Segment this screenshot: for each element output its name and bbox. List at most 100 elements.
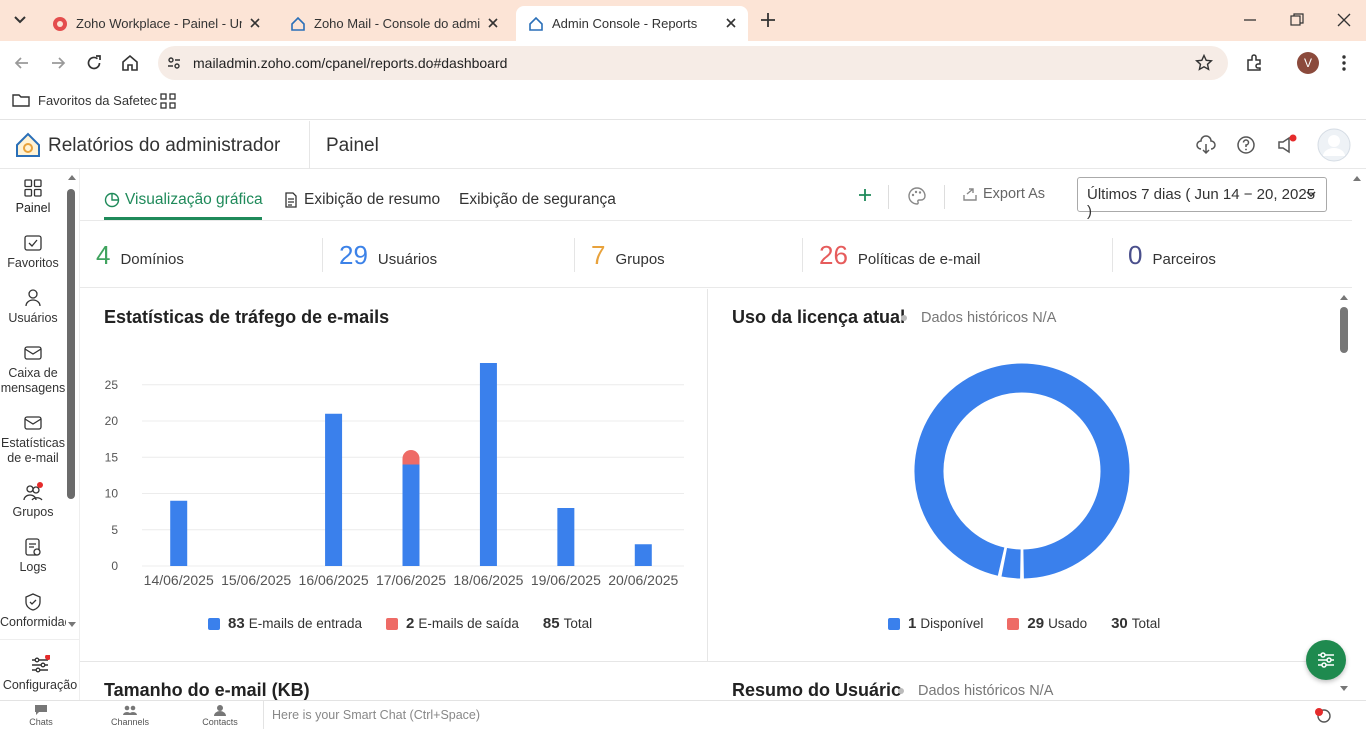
tab-summary-view[interactable]: Exibição de resumo [283, 191, 440, 209]
smart-chat-input[interactable]: Here is your Smart Chat (Ctrl+Space) [263, 701, 1366, 729]
bookmark-folder[interactable]: Favoritos da Safetec [12, 92, 157, 108]
traffic-card-title: Estatísticas de tráfego de e-mails [104, 307, 390, 327]
tab-title: Admin Console - Reports [552, 16, 698, 31]
bottom-chats[interactable]: Chats [11, 704, 71, 727]
theme-palette-icon[interactable] [907, 186, 927, 206]
user-avatar[interactable] [1317, 128, 1351, 162]
x-tick-label: 15/06/2025 [221, 572, 291, 588]
bookmark-star-icon[interactable] [1195, 54, 1213, 72]
bottom-chats-label: Chats [29, 717, 53, 727]
sidebar-item-usuarios[interactable]: Usuários [0, 288, 66, 326]
sidebar-item-estatisticas-de-email[interactable]: Estatísticas de e-mail [0, 413, 66, 466]
chat-status-icon[interactable] [1314, 707, 1332, 723]
restore-icon[interactable] [1289, 12, 1305, 28]
email-size-card-title: Tamanho do e-mail (KB) [104, 680, 310, 700]
chat-bubble-icon [35, 705, 47, 715]
reload-icon[interactable] [84, 53, 104, 73]
scroll-up-icon[interactable] [1339, 293, 1349, 301]
tab-search-icon[interactable] [8, 9, 32, 31]
close-tab-icon[interactable] [724, 16, 738, 30]
site-info-icon[interactable] [166, 55, 182, 71]
page-scroll-up-icon[interactable] [1352, 174, 1362, 182]
customize-widgets-button[interactable] [1306, 640, 1346, 680]
chevron-down-icon [1306, 191, 1316, 198]
legend-incoming[interactable]: 83 E-mails de entrada [208, 615, 362, 632]
donut-slice-used[interactable] [914, 363, 1130, 579]
browser-tab-workplace[interactable]: Zoho Workplace - Painel - Uma [40, 6, 272, 41]
content-scrollbar[interactable] [1339, 289, 1351, 700]
license-donut-chart [914, 363, 1130, 579]
date-range-value: Últimos 7 dias ( Jun 14 − 20, 2025 ) [1087, 186, 1316, 220]
sidebar-item-conformidade[interactable]: Conformidade [0, 592, 66, 628]
stat-partners[interactable]: 0 Parceiros [1128, 240, 1216, 271]
browser-menu-icon[interactable] [1338, 53, 1350, 73]
x-tick-label: 16/06/2025 [299, 572, 369, 588]
y-tick-label: 25 [105, 378, 119, 392]
export-as-button[interactable]: Export As [962, 186, 1045, 202]
admin-reports-logo-icon [16, 132, 40, 157]
stat-email-policies[interactable]: 26 Políticas de e-mail [819, 240, 980, 271]
stat-value: 0 [1128, 240, 1143, 270]
header-divider [309, 121, 310, 169]
url-field[interactable]: mailadmin.zoho.com/cpanel/reports.do#das… [158, 46, 1228, 80]
bottom-channels[interactable]: Channels [100, 704, 160, 727]
bar-incoming[interactable] [557, 508, 575, 566]
announcements-icon[interactable] [1275, 134, 1297, 156]
legend-outgoing[interactable]: 2 E-mails de saída [386, 615, 519, 632]
sidebar-item-caixa-de-mensagens[interactable]: Caixa de mensagens [0, 343, 66, 396]
traffic-legend: 83 E-mails de entrada 2 E-mails de saída… [208, 615, 616, 632]
sidebar-item-grupos[interactable]: Grupos [0, 482, 66, 520]
nav-scroll-up-icon[interactable] [67, 173, 77, 181]
tab-graphic-view[interactable]: Visualização gráfica [104, 191, 263, 209]
back-icon[interactable] [12, 53, 32, 73]
legend-label: Usado [1048, 616, 1088, 631]
add-widget-icon[interactable] [857, 187, 873, 203]
bottom-contacts[interactable]: Contacts [190, 704, 250, 727]
minimize-icon[interactable] [1242, 12, 1258, 28]
stat-label: Grupos [615, 251, 665, 268]
bar-incoming[interactable] [634, 544, 652, 566]
scroll-down-icon[interactable] [1339, 685, 1349, 693]
bar-outgoing[interactable] [402, 450, 420, 465]
home-icon[interactable] [120, 53, 140, 73]
stat-users[interactable]: 29 Usuários [339, 240, 437, 271]
legend-swatch [208, 617, 220, 630]
close-tab-icon[interactable] [486, 16, 500, 30]
sidebar-item-configuracao[interactable]: Configuração [0, 655, 80, 693]
sidebar-item-favoritos[interactable]: Favoritos [0, 233, 66, 271]
sidebar-item-label: Conformidade [0, 615, 66, 628]
close-tab-icon[interactable] [248, 16, 262, 30]
stat-value: 26 [819, 240, 848, 270]
date-range-select[interactable]: Últimos 7 dias ( Jun 14 − 20, 2025 ) [1077, 177, 1327, 220]
bottom-chat-bar: Chats Channels Contacts Here is your Sma… [0, 700, 1366, 729]
bar-incoming[interactable] [479, 363, 497, 566]
forward-icon[interactable] [48, 53, 68, 73]
bar-incoming[interactable] [170, 500, 188, 566]
browser-tab-mail-console[interactable]: Zoho Mail - Console do admin [278, 6, 510, 41]
sidebar-item-painel[interactable]: Painel [0, 178, 66, 216]
extensions-icon[interactable] [1245, 53, 1265, 73]
legend-available[interactable]: 1 Disponível [888, 615, 983, 632]
download-cloud-icon[interactable] [1195, 134, 1217, 156]
tab-security-view[interactable]: Exibição de segurança [459, 191, 616, 209]
browser-tab-admin-reports[interactable]: Admin Console - Reports [516, 6, 748, 41]
nav-scroll-down-icon[interactable] [67, 621, 77, 629]
nav-scrollbar[interactable] [67, 189, 75, 499]
apps-grid-icon[interactable] [160, 93, 176, 109]
document-icon [285, 192, 297, 208]
stat-groups[interactable]: 7 Grupos [591, 240, 665, 271]
donut-slice-available[interactable] [1001, 548, 1021, 579]
bar-incoming[interactable] [402, 464, 420, 567]
stat-domains[interactable]: 4 Domínios [96, 240, 184, 271]
help-icon[interactable] [1235, 134, 1257, 156]
close-window-icon[interactable] [1336, 12, 1352, 28]
grid-icon [24, 179, 42, 197]
profile-avatar[interactable]: V [1297, 52, 1319, 74]
export-icon [963, 188, 977, 201]
toolbar-divider [888, 185, 889, 209]
new-tab-icon[interactable] [758, 10, 778, 30]
sidebar-item-logs[interactable]: Logs [0, 537, 66, 575]
scroll-thumb[interactable] [1340, 307, 1348, 353]
legend-used[interactable]: 29 Usado [1007, 615, 1087, 632]
bar-incoming[interactable] [325, 413, 343, 566]
